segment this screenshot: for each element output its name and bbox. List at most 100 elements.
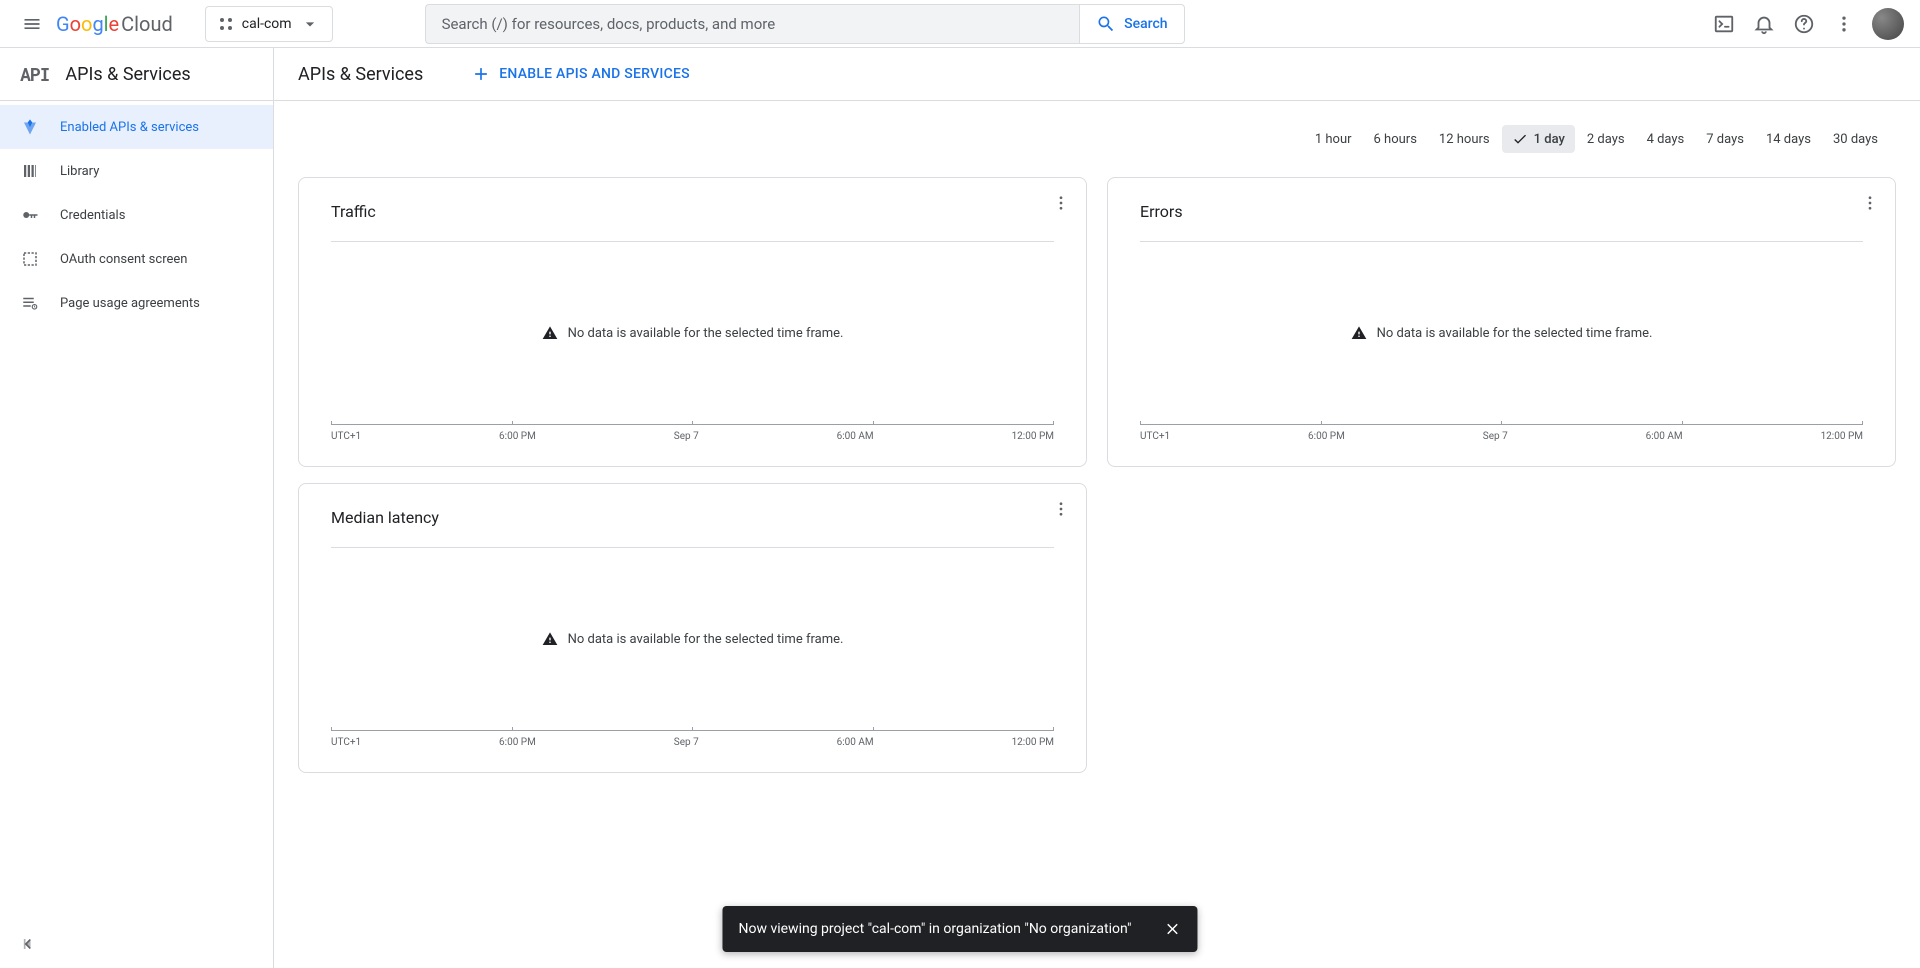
traffic-card: Traffic No data is available for the sel… <box>298 177 1087 467</box>
axis-label: 6:00 PM <box>499 431 536 442</box>
toast-close-button[interactable] <box>1164 920 1182 938</box>
sidebar-nav: Enabled APIs & services Library Credenti… <box>0 101 273 325</box>
enable-apis-button[interactable]: ENABLE APIS AND SERVICES <box>471 64 690 84</box>
time-range-14days[interactable]: 14 days <box>1756 125 1821 153</box>
more-options-button[interactable] <box>1824 4 1864 44</box>
oauth-icon <box>20 249 40 269</box>
axis-label: UTC+1 <box>331 737 361 748</box>
enable-apis-label: ENABLE APIS AND SERVICES <box>499 66 690 82</box>
top-app-bar: Google Cloud cal-com Search (/) for reso… <box>0 0 1920 48</box>
axis-label: UTC+1 <box>331 431 361 442</box>
help-button[interactable] <box>1784 4 1824 44</box>
axis-label: 6:00 AM <box>837 431 874 442</box>
api-logo-icon: API <box>20 62 49 86</box>
content-body: 1 hour 6 hours 12 hours 1 day 2 days 4 d… <box>274 101 1920 968</box>
chevron-left-icon <box>18 934 38 954</box>
card-menu-button[interactable] <box>1861 194 1879 212</box>
warning-icon <box>542 631 558 647</box>
cloud-shell-button[interactable] <box>1704 4 1744 44</box>
main-layout: API APIs & Services Enabled APIs & servi… <box>0 48 1920 968</box>
axis-label: 6:00 PM <box>1308 431 1345 442</box>
more-vert-icon <box>1834 14 1854 34</box>
close-icon <box>1164 920 1182 938</box>
chart-area: No data is available for the selected ti… <box>1140 242 1863 424</box>
help-icon <box>1793 13 1815 35</box>
sidebar-item-label: Library <box>60 164 99 179</box>
project-picker[interactable]: cal-com <box>205 6 333 42</box>
time-range-2days[interactable]: 2 days <box>1577 125 1635 153</box>
card-menu-button[interactable] <box>1052 194 1070 212</box>
errors-card: Errors No data is available for the sele… <box>1107 177 1896 467</box>
project-icon <box>218 16 234 32</box>
no-data-message: No data is available for the selected ti… <box>542 325 844 341</box>
sidebar-collapse-button[interactable] <box>16 932 40 956</box>
toast-message: Now viewing project "cal-com" in organiz… <box>738 921 1131 937</box>
time-range-12hours[interactable]: 12 hours <box>1429 125 1500 153</box>
notifications-button[interactable] <box>1744 4 1784 44</box>
time-range-7days[interactable]: 7 days <box>1696 125 1754 153</box>
project-name: cal-com <box>242 16 292 32</box>
sidebar-item-agreements[interactable]: Page usage agreements <box>0 281 273 325</box>
no-data-message: No data is available for the selected ti… <box>542 631 844 647</box>
axis-label: UTC+1 <box>1140 431 1170 442</box>
time-range-4days[interactable]: 4 days <box>1637 125 1695 153</box>
content-area: APIs & Services ENABLE APIS AND SERVICES… <box>274 48 1920 968</box>
sidebar-header[interactable]: API APIs & Services <box>0 48 273 101</box>
card-title: Errors <box>1140 202 1863 221</box>
axis-label: 6:00 AM <box>1646 431 1683 442</box>
sidebar-item-enabled-apis[interactable]: Enabled APIs & services <box>0 105 273 149</box>
time-range-6hours[interactable]: 6 hours <box>1364 125 1427 153</box>
card-menu-button[interactable] <box>1052 500 1070 518</box>
plus-icon <box>471 64 491 84</box>
axis-label: 12:00 PM <box>1012 737 1054 748</box>
no-data-text: No data is available for the selected ti… <box>1377 326 1653 341</box>
time-range-30days[interactable]: 30 days <box>1823 125 1888 153</box>
sidebar-item-label: Credentials <box>60 208 125 223</box>
chart-x-axis: UTC+1 6:00 PM Sep 7 6:00 AM 12:00 PM <box>331 424 1054 442</box>
chart-area: No data is available for the selected ti… <box>331 242 1054 424</box>
more-vert-icon <box>1861 194 1879 212</box>
axis-label: 6:00 PM <box>499 737 536 748</box>
warning-icon <box>542 325 558 341</box>
sidebar-title: APIs & Services <box>65 64 190 85</box>
search-input[interactable]: Search (/) for resources, docs, products… <box>425 4 1080 44</box>
no-data-text: No data is available for the selected ti… <box>568 326 844 341</box>
library-icon <box>20 161 40 181</box>
search-container: Search (/) for resources, docs, products… <box>425 4 1185 44</box>
agreements-icon <box>20 293 40 313</box>
no-data-text: No data is available for the selected ti… <box>568 632 844 647</box>
cards-row-2: Median latency No data is available for … <box>298 483 1896 773</box>
content-header: APIs & Services ENABLE APIS AND SERVICES <box>274 48 1920 101</box>
account-avatar[interactable] <box>1872 8 1904 40</box>
latency-card: Median latency No data is available for … <box>298 483 1087 773</box>
time-range-label: 1 day <box>1534 132 1565 147</box>
axis-label: Sep 7 <box>674 431 699 442</box>
more-vert-icon <box>1052 500 1070 518</box>
no-data-message: No data is available for the selected ti… <box>1351 325 1653 341</box>
check-icon <box>1512 131 1528 147</box>
search-placeholder: Search (/) for resources, docs, products… <box>442 15 776 33</box>
chevron-down-icon <box>300 14 320 34</box>
more-vert-icon <box>1052 194 1070 212</box>
axis-label: Sep 7 <box>674 737 699 748</box>
card-title: Traffic <box>331 202 1054 221</box>
card-title: Median latency <box>331 508 1054 527</box>
axis-label: 6:00 AM <box>837 737 874 748</box>
google-cloud-logo[interactable]: Google Cloud <box>56 12 173 36</box>
time-range-1hour[interactable]: 1 hour <box>1305 125 1362 153</box>
sidebar-item-library[interactable]: Library <box>0 149 273 193</box>
page-title: APIs & Services <box>298 64 423 85</box>
sidebar-item-label: Enabled APIs & services <box>60 120 199 135</box>
hamburger-menu-button[interactable] <box>8 0 56 48</box>
sidebar-item-oauth[interactable]: OAuth consent screen <box>0 237 273 281</box>
search-button[interactable]: Search <box>1079 4 1184 44</box>
axis-label: 12:00 PM <box>1821 431 1863 442</box>
cards-row-1: Traffic No data is available for the sel… <box>298 177 1896 467</box>
logo-cloud-text: Cloud <box>121 12 173 36</box>
key-icon <box>20 205 40 225</box>
diamond-icon <box>20 117 40 137</box>
sidebar: API APIs & Services Enabled APIs & servi… <box>0 48 274 968</box>
sidebar-item-credentials[interactable]: Credentials <box>0 193 273 237</box>
search-button-label: Search <box>1124 16 1167 32</box>
time-range-1day[interactable]: 1 day <box>1502 125 1575 153</box>
